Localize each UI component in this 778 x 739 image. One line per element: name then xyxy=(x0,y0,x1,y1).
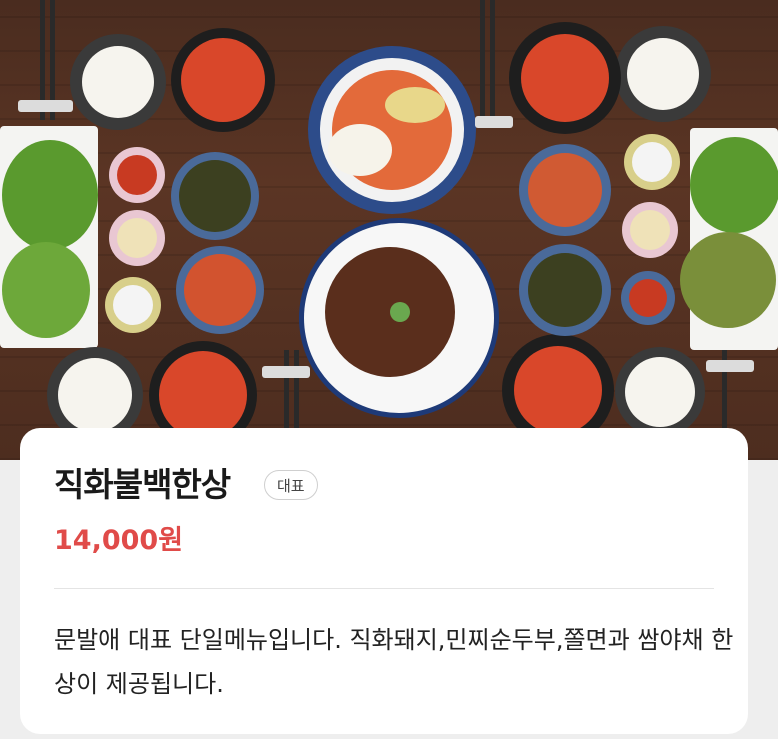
signature-badge: 대표 xyxy=(264,470,318,500)
menu-price: 14,000원 xyxy=(54,525,184,556)
menu-description: 문발애 대표 단일메뉴입니다. 직화돼지,민찌순두부,쫄면과 쌈야채 한상이 제… xyxy=(54,626,734,698)
food-spread-illustration xyxy=(0,0,778,460)
menu-title: 직화불백한상 xyxy=(54,465,231,504)
menu-photo xyxy=(0,0,778,460)
menu-info-card: 직화불백한상 대표 14,000원 문발애 대표 단일메뉴입니다. 직화돼지,민… xyxy=(20,428,748,734)
divider xyxy=(54,588,714,589)
